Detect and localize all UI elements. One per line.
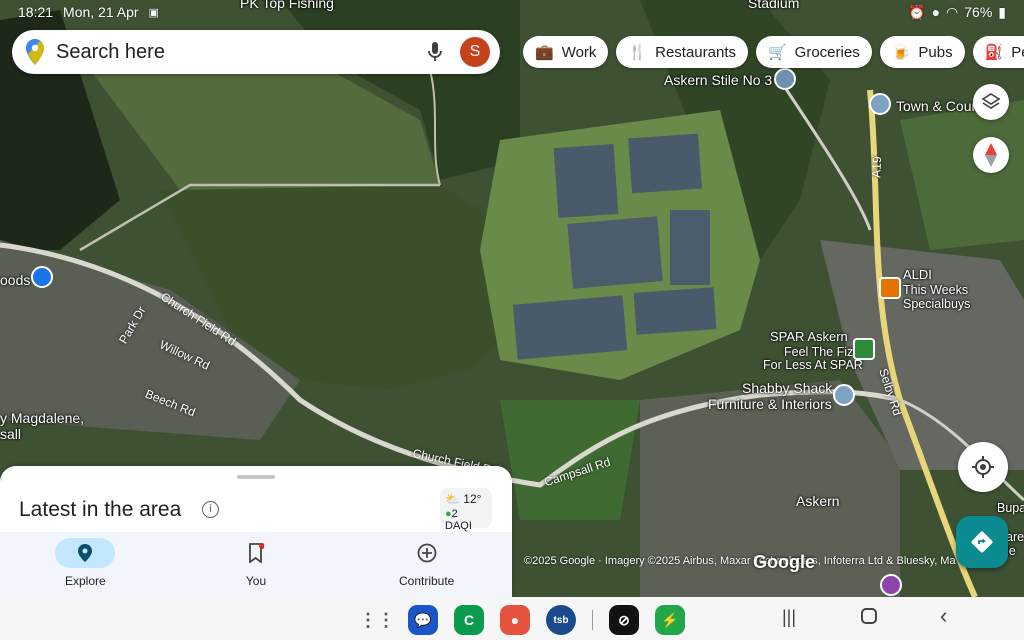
search-input[interactable]: Search here	[56, 41, 428, 64]
system-navigation-bar: ⋮⋮ 💬 C ● tsb ⊘ ⚡ ||| ‹	[0, 597, 1024, 640]
notification-icon: ▣	[148, 6, 159, 19]
tsb-icon[interactable]: tsb	[546, 605, 576, 635]
cloud-sun-icon: ⛅	[445, 492, 460, 506]
chip-label: Pubs	[918, 43, 953, 61]
map-label-town-council[interactable]: Town & Cour	[896, 99, 976, 113]
status-bar: 18:21 Mon, 21 Apr ▣ ⏰ ● ◠ 76% ▮	[0, 0, 1024, 24]
beer-icon: 🍺	[891, 44, 911, 61]
search-bar[interactable]: Search here S	[12, 30, 500, 74]
nav-label: You	[245, 574, 267, 588]
status-time: 18:21	[18, 4, 54, 20]
map-label-askern-stile[interactable]: Askern Stile No 3	[664, 73, 772, 87]
weather-widget[interactable]: ⛅ 12° ●2 DAQI	[440, 488, 492, 532]
avatar[interactable]: S	[460, 37, 490, 67]
bookmark-icon	[226, 538, 286, 568]
bus-stop-pin-icon[interactable]	[774, 68, 796, 90]
info-icon[interactable]: i	[202, 501, 219, 518]
chip-work[interactable]: 💼 Work	[523, 36, 609, 68]
road-label-a19: A19	[869, 156, 885, 178]
nav-label: Contribute	[398, 574, 455, 588]
fork-knife-icon: 🍴	[628, 44, 648, 61]
chip-pubs[interactable]: 🍺 Pubs	[879, 36, 965, 68]
care-home-pin-icon[interactable]	[880, 574, 902, 596]
chip-label: Restaurants	[655, 43, 736, 61]
alarm-icon: ⏰	[908, 3, 926, 20]
bottom-nav: Explore You Contribute	[0, 532, 512, 597]
nav-you[interactable]: You	[171, 532, 342, 597]
contacts-icon[interactable]: ●	[500, 605, 530, 635]
category-chips: 💼 Work 🍴 Restaurants 🛒 Groceries 🍺 Pubs …	[523, 36, 1024, 68]
my-location-button[interactable]	[958, 442, 1008, 492]
crosshair-icon	[972, 456, 994, 478]
directions-icon	[971, 531, 993, 553]
drag-handle[interactable]	[237, 475, 275, 479]
pin-icon	[55, 538, 116, 568]
map-label-shabby-shack-sub: Furniture & Interiors	[708, 396, 832, 412]
map-label-shabby-shack[interactable]: Shabby Shack	[742, 381, 832, 395]
status-right: ⏰ ● ◠ 76% ▮	[908, 4, 1006, 21]
nav-contribute[interactable]: Contribute	[341, 532, 512, 597]
messages-icon[interactable]: 💬	[408, 605, 438, 635]
sheet-title: Latest in the area	[19, 498, 182, 521]
cart-icon: 🛒	[767, 44, 787, 61]
chip-groceries[interactable]: 🛒 Groceries	[755, 36, 872, 68]
map-label-spar-sub1: Feel The Fizz	[784, 345, 860, 359]
dock-divider	[592, 610, 593, 630]
chip-label: Work	[561, 43, 597, 61]
app-dock: ⋮⋮ 💬 C ● tsb ⊘ ⚡	[359, 605, 701, 635]
maps-logo-icon	[26, 39, 44, 65]
aldi-pin-icon[interactable]	[879, 277, 901, 299]
recents-icon[interactable]: |||	[782, 607, 796, 628]
back-icon[interactable]: ‹	[940, 603, 947, 629]
map-label-aldi-sub1: This Weeks	[903, 283, 969, 297]
aqi-dot-icon: ●	[445, 508, 452, 520]
chip-petrol[interactable]: ⛽ Petrol	[972, 36, 1024, 68]
map-label-spar-sub2: For Less At SPAR	[763, 358, 863, 372]
directions-button[interactable]	[956, 516, 1008, 568]
school-pin-icon[interactable]	[31, 266, 53, 288]
battery-icon: ▮	[998, 3, 1006, 20]
map-label-aldi[interactable]: ALDI	[903, 268, 932, 282]
compass-icon	[985, 143, 997, 167]
compass-button[interactable]	[973, 137, 1009, 173]
fuel-icon: ⛽	[984, 44, 1004, 61]
google-logo: Google	[753, 552, 815, 572]
layers-button[interactable]	[973, 84, 1009, 120]
layers-icon	[981, 93, 1001, 109]
location-icon: ●	[931, 4, 941, 20]
map-label-aldi-sub2: Specialbuys	[903, 297, 971, 311]
map-label-spar[interactable]: SPAR Askern	[770, 330, 848, 344]
map-label-askern[interactable]: Askern	[796, 494, 840, 508]
nav-label: Explore	[64, 574, 106, 588]
battery-percent: 76%	[964, 4, 993, 20]
temperature: 12°	[463, 492, 482, 506]
map-label-woods[interactable]: oods	[0, 273, 30, 287]
chip-label: Groceries	[794, 43, 860, 61]
charging-icon[interactable]: ⚡	[655, 605, 685, 635]
plus-circle-icon	[397, 538, 457, 568]
briefcase-icon: 💼	[535, 44, 554, 61]
spar-pin-icon[interactable]	[853, 338, 875, 360]
chip-restaurants[interactable]: 🍴 Restaurants	[616, 36, 748, 68]
status-date: Mon, 21 Apr	[63, 4, 139, 20]
map-label-magdalene-2: sall	[0, 426, 22, 442]
map-label-bupa[interactable]: Bupa	[997, 501, 1024, 515]
nav-explore[interactable]: Explore	[0, 532, 171, 597]
place-pin-icon[interactable]	[869, 93, 891, 115]
app-drawer-icon[interactable]: ⋮⋮	[359, 605, 395, 635]
shop-pin-icon[interactable]	[833, 384, 855, 406]
home-icon[interactable]	[861, 608, 877, 624]
phone-icon[interactable]: C	[454, 605, 484, 635]
map-label-magdalene[interactable]: y Magdalene,	[0, 411, 84, 425]
latest-bottom-sheet[interactable]: Latest in the area i ⛅ 12° ●2 DAQI Explo…	[0, 466, 512, 597]
microphone-icon[interactable]	[428, 42, 442, 62]
wifi-icon: ◠	[946, 3, 959, 20]
perplexity-icon[interactable]: ⊘	[609, 605, 639, 635]
chip-label: Petrol	[1011, 43, 1024, 61]
